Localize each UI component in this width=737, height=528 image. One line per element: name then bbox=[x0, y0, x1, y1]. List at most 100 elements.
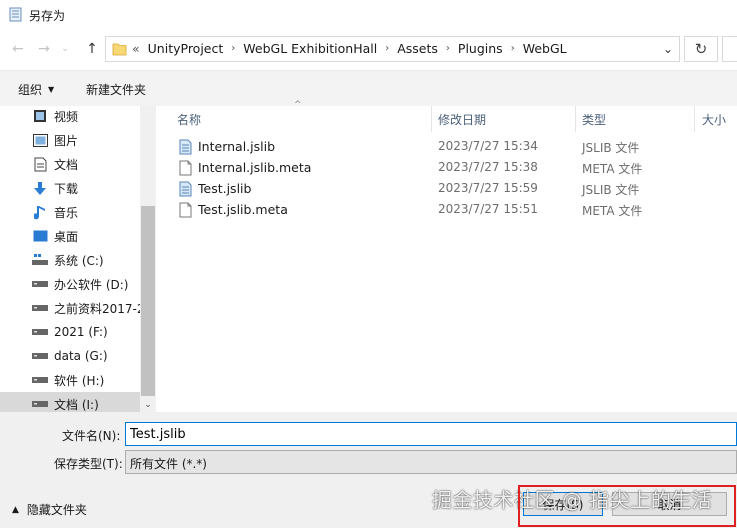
file-type: META 文件 bbox=[582, 162, 643, 176]
sidebar-item[interactable]: 之前资料2017-2 bbox=[0, 296, 142, 320]
file-list: ^ 名称 修改日期 类型 大小 Internal.jslib 2023/7/27 … bbox=[164, 100, 737, 412]
sidebar-item[interactable]: data (G:) bbox=[0, 344, 140, 368]
sidebar-item[interactable]: 软件 (H:) bbox=[0, 368, 140, 392]
breadcrumb-separator-icon[interactable]: › bbox=[385, 43, 389, 54]
up-arrow-icon: ↑ bbox=[86, 41, 98, 57]
save-form: 文件名(N): 保存类型(T): 所有文件 (*.*) ▲ 隐藏文件夹 保存(S… bbox=[0, 412, 737, 528]
column-divider[interactable] bbox=[575, 106, 576, 132]
sidebar-item-label: 软件 (H:) bbox=[54, 373, 105, 388]
chevron-down-icon: ⌄ bbox=[61, 44, 69, 54]
sidebar-item[interactable]: 视频 bbox=[0, 106, 140, 128]
file-row[interactable]: Test.jslib 2023/7/27 15:59 JSLIB 文件 bbox=[164, 178, 737, 199]
sidebar-item-label: 系统 (C:) bbox=[54, 253, 104, 268]
pictures-icon bbox=[32, 132, 48, 148]
filetype-select[interactable]: 所有文件 (*.*) bbox=[125, 450, 737, 474]
sidebar-item-label: 之前资料2017-2 bbox=[54, 301, 142, 316]
filename-label: 文件名(N): bbox=[62, 429, 121, 443]
sidebar-item[interactable]: 下载 bbox=[0, 176, 140, 200]
watermark-text: 掘金技术社区 @ 指尖上的生活 bbox=[432, 488, 713, 512]
breadcrumb-item[interactable]: Plugins bbox=[458, 41, 503, 56]
sidebar-item-label: 音乐 bbox=[54, 205, 79, 220]
sidebar-scrollbar[interactable]: ⌄ bbox=[140, 106, 156, 412]
file-row[interactable]: Internal.jslib 2023/7/27 15:34 JSLIB 文件 bbox=[164, 136, 737, 157]
scroll-down-icon[interactable]: ⌄ bbox=[140, 400, 156, 410]
refresh-button[interactable]: ↻ bbox=[684, 36, 718, 62]
breadcrumb-separator-icon[interactable]: › bbox=[446, 43, 450, 54]
column-name-label: 名称 bbox=[177, 112, 202, 127]
breadcrumb-item[interactable]: Assets bbox=[397, 41, 438, 56]
sidebar-item-label: 2021 (F:) bbox=[54, 325, 108, 339]
file-type: JSLIB 文件 bbox=[582, 183, 640, 197]
drive-icon bbox=[32, 348, 48, 364]
file-date: 2023/7/27 15:34 bbox=[438, 139, 538, 153]
sidebar-item[interactable]: 桌面 bbox=[0, 224, 140, 248]
new-folder-button[interactable]: 新建文件夹 bbox=[86, 81, 146, 98]
drive-icon bbox=[32, 300, 48, 316]
sidebar-item[interactable]: 2021 (F:) bbox=[0, 320, 140, 344]
download-icon bbox=[32, 180, 48, 196]
documents-icon bbox=[32, 156, 48, 172]
file-row[interactable]: Internal.jslib.meta 2023/7/27 15:38 META 文… bbox=[164, 157, 737, 178]
file-type: META 文件 bbox=[582, 204, 643, 218]
breadcrumb-separator-icon[interactable]: › bbox=[511, 43, 515, 54]
drive-icon bbox=[32, 396, 48, 412]
column-divider[interactable] bbox=[694, 106, 695, 132]
sidebar-item[interactable]: 系统 (C:) bbox=[0, 248, 140, 272]
column-header-name[interactable]: 名称 bbox=[177, 106, 427, 132]
caret-up-icon: ▲ bbox=[12, 504, 19, 515]
file-row[interactable]: Test.jslib.meta 2023/7/27 15:51 META 文件 bbox=[164, 199, 737, 220]
scrollbar-thumb[interactable] bbox=[141, 206, 155, 396]
column-header-type[interactable]: 类型 bbox=[582, 106, 692, 132]
drive-icon bbox=[32, 276, 48, 292]
forward-arrow-icon: → bbox=[38, 41, 50, 57]
music-icon bbox=[32, 204, 48, 220]
breadcrumb-item[interactable]: UnityProject bbox=[148, 41, 224, 56]
hide-folders-label: 隐藏文件夹 bbox=[26, 503, 87, 517]
sidebar-item[interactable]: 文档 bbox=[0, 152, 140, 176]
breadcrumb-overflow[interactable]: « bbox=[132, 41, 140, 56]
navigation-pane: 视频图片 文档 下载音乐桌面系统 (C:) 办公软件 (D:) 之前资料2017-2 20… bbox=[0, 106, 156, 412]
breadcrumb-item[interactable]: WebGL ExhibitionHall bbox=[243, 41, 377, 56]
save-as-app-icon bbox=[9, 7, 22, 22]
forward-button[interactable]: → bbox=[34, 38, 54, 60]
organize-button[interactable]: 组织 ▼ bbox=[18, 81, 54, 98]
filetype-label: 保存类型(T): bbox=[54, 457, 123, 471]
sidebar-item[interactable]: 文档 (I:) bbox=[0, 392, 140, 412]
sidebar-item-label: data (G:) bbox=[54, 349, 108, 363]
window-title: 另存为 bbox=[29, 9, 66, 23]
drive-icon bbox=[32, 324, 48, 340]
search-box[interactable] bbox=[722, 36, 737, 62]
breadcrumb-separator-icon[interactable]: › bbox=[231, 43, 235, 54]
jslib-file-icon bbox=[179, 181, 192, 197]
address-dropdown-icon[interactable]: ⌄ bbox=[663, 42, 673, 56]
file-date: 2023/7/27 15:59 bbox=[438, 181, 538, 195]
column-size-label: 大小 bbox=[702, 112, 727, 127]
sidebar-item-label: 桌面 bbox=[54, 229, 79, 244]
sidebar-item[interactable]: 音乐 bbox=[0, 200, 140, 224]
sidebar-item-label: 视频 bbox=[54, 109, 79, 124]
column-type-label: 类型 bbox=[582, 112, 607, 127]
sidebar-item-label: 文档 (I:) bbox=[54, 397, 99, 412]
breadcrumb-item[interactable]: WebGL bbox=[523, 41, 567, 56]
caret-down-icon: ▼ bbox=[48, 85, 55, 94]
column-header-date[interactable]: 修改日期 bbox=[438, 106, 578, 132]
filename-input[interactable] bbox=[125, 422, 737, 446]
file-name: Internal.jslib.meta bbox=[198, 160, 312, 175]
hide-folders-button[interactable]: ▲ 隐藏文件夹 bbox=[12, 501, 87, 518]
recent-locations-button[interactable]: ⌄ bbox=[58, 38, 72, 60]
desktop-icon bbox=[32, 228, 48, 244]
drive-icon bbox=[32, 372, 48, 388]
jslib-file-icon bbox=[179, 139, 192, 155]
column-divider[interactable] bbox=[431, 106, 432, 132]
title-bar: 另存为 bbox=[0, 0, 737, 30]
command-toolbar: 组织 ▼ 新建文件夹 bbox=[0, 70, 737, 106]
sidebar-item-label: 办公软件 (D:) bbox=[54, 277, 129, 292]
sidebar-item[interactable]: 图片 bbox=[0, 128, 140, 152]
column-header-size[interactable]: 大小 bbox=[702, 106, 737, 132]
file-name: Test.jslib.meta bbox=[198, 202, 288, 217]
back-button[interactable]: ← bbox=[8, 38, 28, 60]
address-bar[interactable]: « UnityProject › WebGL ExhibitionHall › Asse… bbox=[105, 36, 680, 62]
up-button[interactable]: ↑ bbox=[82, 38, 102, 60]
sidebar-item[interactable]: 办公软件 (D:) bbox=[0, 272, 140, 296]
breadcrumb: « UnityProject › WebGL ExhibitionHall › Asse… bbox=[132, 41, 567, 56]
